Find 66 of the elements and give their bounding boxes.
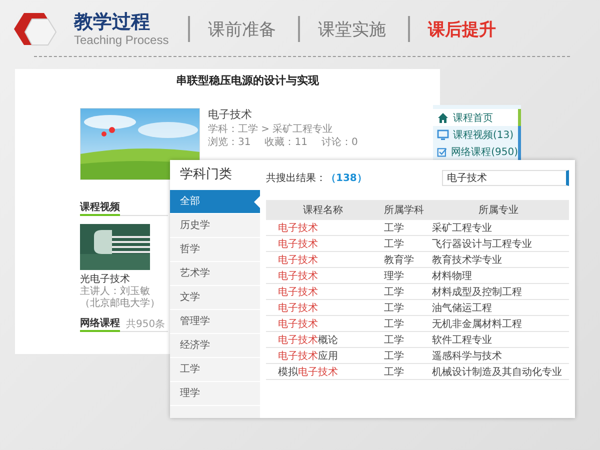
table-cell: 工学 bbox=[380, 316, 428, 332]
table-cell: 机械设计制造及其自动化专业 bbox=[428, 364, 569, 380]
table-cell: 教育技术学专业 bbox=[428, 252, 569, 268]
table-cell: 材料成型及控制工程 bbox=[428, 284, 569, 300]
course-stat: 讨论：0 bbox=[321, 137, 358, 149]
course-link[interactable]: 电子技术 bbox=[266, 236, 380, 252]
table-cell: 工学 bbox=[380, 220, 428, 236]
table-cell: 工学 bbox=[380, 332, 428, 348]
course-menu-item[interactable]: 课程视频(13) bbox=[433, 126, 521, 143]
course-stat: 收藏：11 bbox=[264, 137, 308, 149]
page-title: 串联型稳压电源的设计与实现 bbox=[175, 73, 319, 88]
section-heading: 网络课程 bbox=[80, 316, 120, 332]
table-cell: 工学 bbox=[380, 364, 428, 380]
table-cell: 采矿工程专业 bbox=[428, 220, 569, 236]
table-cell: 无机非金属材料工程 bbox=[428, 316, 569, 332]
course-name: 电子技术 bbox=[208, 108, 253, 122]
course-link[interactable]: 电子技术 bbox=[266, 300, 380, 316]
table-cell: 工学 bbox=[380, 284, 428, 300]
slide-subtitle: Teaching Process bbox=[74, 33, 170, 47]
course-menu-item[interactable]: 课程首页 bbox=[433, 109, 521, 126]
category-item[interactable]: 文学 bbox=[170, 286, 260, 310]
section-tab[interactable]: 课后提升 bbox=[428, 18, 496, 40]
table-cell: 理学 bbox=[380, 268, 428, 284]
course-link[interactable]: 电子技术 bbox=[266, 252, 380, 268]
course-subject: 学科：工学 > 采矿工程专业 bbox=[208, 124, 334, 136]
column-header[interactable]: 课程名称 bbox=[266, 200, 380, 220]
table-cell: 软件工程专业 bbox=[428, 332, 569, 348]
category-heading: 学科门类 bbox=[170, 160, 260, 190]
section-heading: 课程视频 bbox=[80, 200, 120, 216]
result-count-text: 共搜出结果：（138） bbox=[266, 172, 367, 185]
category-item[interactable]: 历史学 bbox=[170, 214, 260, 238]
course-stat: 浏览：31 bbox=[208, 137, 251, 149]
category-item[interactable]: 工学 bbox=[170, 358, 260, 382]
course-link[interactable]: 电子技术应用 bbox=[266, 348, 380, 364]
course-link[interactable]: 电子技术 bbox=[266, 268, 380, 284]
table-cell: 遥感科学与技术 bbox=[428, 348, 569, 364]
monitor-icon bbox=[437, 128, 449, 140]
category-item[interactable]: 管理学 bbox=[170, 310, 260, 334]
category-item[interactable]: 哲学 bbox=[170, 238, 260, 262]
category-item[interactable]: 艺术学 bbox=[170, 262, 260, 286]
course-count: 共950条 bbox=[126, 318, 166, 331]
video-title[interactable]: 光电子技术 bbox=[80, 272, 130, 286]
column-header[interactable]: 所属专业 bbox=[428, 200, 569, 220]
course-link[interactable]: 模拟电子技术 bbox=[266, 364, 380, 380]
course-link[interactable]: 电子技术 bbox=[266, 284, 380, 300]
table-cell: 工学 bbox=[380, 348, 428, 364]
table-cell: 材料物理 bbox=[428, 268, 569, 284]
course-link[interactable]: 电子技术概论 bbox=[266, 332, 380, 348]
table-cell: 工学 bbox=[380, 300, 428, 316]
course-link[interactable]: 电子技术 bbox=[266, 220, 380, 236]
category-item[interactable]: 全部 bbox=[170, 190, 260, 214]
lecturer-text: 主讲人：刘玉敏（北京邮电大学） bbox=[80, 286, 161, 310]
table-cell: 教育学 bbox=[380, 252, 428, 268]
checkbox-icon bbox=[437, 146, 448, 158]
table-cell: 飞行器设计与工程专业 bbox=[428, 236, 569, 252]
home-icon bbox=[437, 112, 449, 124]
section-tab[interactable]: 课堂实施 bbox=[318, 18, 386, 40]
category-item[interactable]: 经济学 bbox=[170, 334, 260, 358]
table-cell: 工学 bbox=[380, 236, 428, 252]
search-field[interactable]: 电子技术 bbox=[442, 170, 569, 186]
course-link[interactable]: 电子技术 bbox=[266, 316, 380, 332]
slide-title: 教学过程 bbox=[74, 11, 151, 33]
category-item[interactable]: 理学 bbox=[170, 382, 260, 406]
section-tab[interactable]: 课前准备 bbox=[208, 18, 276, 40]
column-header[interactable]: 所属学科 bbox=[380, 200, 428, 220]
table-cell: 油气储运工程 bbox=[428, 300, 569, 316]
